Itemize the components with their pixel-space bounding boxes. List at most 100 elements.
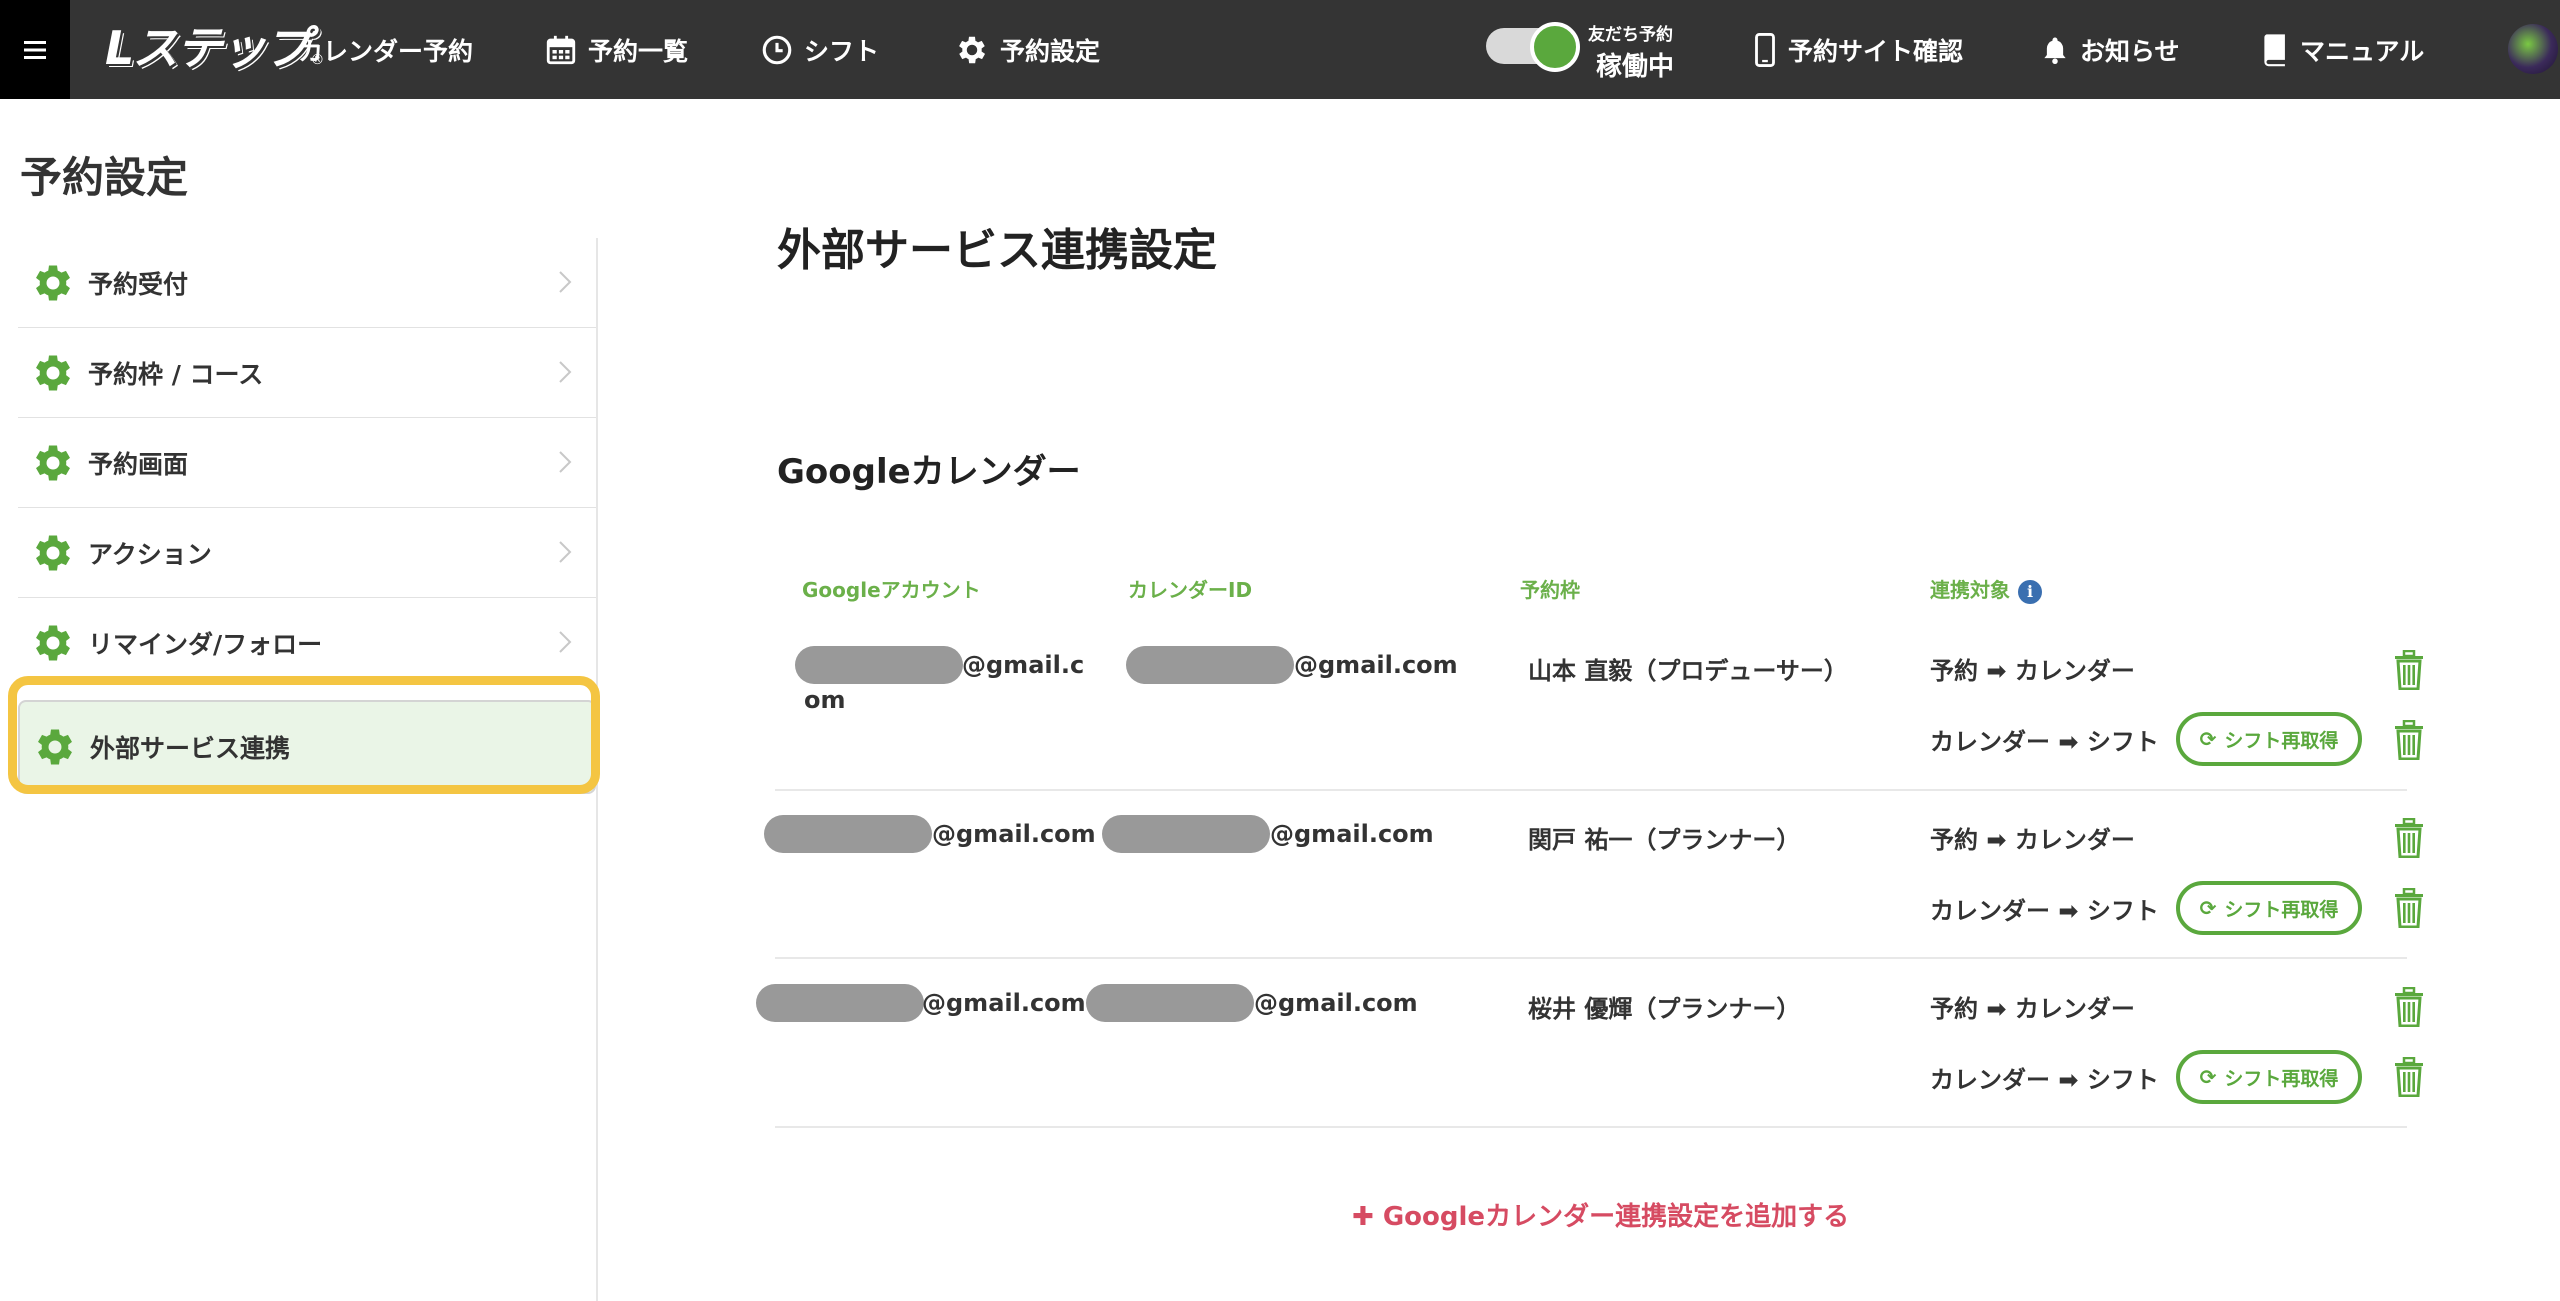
main-title: 外部サービス連携設定 (777, 225, 1217, 276)
sidebar-item-label: リマインダ/フォロー (88, 630, 323, 659)
user-avatar[interactable] (2508, 24, 2558, 74)
nav-reservation-site-check[interactable]: 予約サイト確認 (1752, 0, 1963, 99)
sidebar-item-reminder-follow[interactable]: リマインダ/フォロー (18, 598, 596, 688)
calendar-id-suffix: @gmail.com (1270, 820, 1434, 848)
target-calendar-to-shift: カレンダー ➡ シフト (1930, 897, 2159, 925)
gear-icon (959, 36, 986, 63)
book-icon (2264, 33, 2285, 66)
plus-icon: ✚ (1352, 1202, 1383, 1232)
info-icon[interactable]: i (2018, 579, 2042, 604)
trash-icon[interactable] (2392, 1057, 2426, 1097)
target-reservation-to-calendar: 予約 ➡ カレンダー (1930, 657, 2135, 685)
bell-icon (2044, 37, 2066, 64)
section-title-google-calendar: Googleカレンダー (777, 452, 1081, 492)
nav-reservation-site-check-label: 予約サイト確認 (1788, 36, 1964, 66)
account-suffix-wrap: om (804, 686, 846, 714)
sidebar-item-reservation-screen[interactable]: 予約画面 (18, 418, 596, 508)
shift-refetch-label: シフト再取得 (2224, 898, 2339, 921)
chevron-right-icon (559, 541, 572, 563)
redacted-account (756, 984, 924, 1022)
add-google-calendar-link[interactable]: ✚ Googleカレンダー連携設定を追加する (1352, 1196, 1849, 1233)
row-divider (775, 1126, 2407, 1128)
nav-shift-label: シフト (804, 36, 880, 66)
gear-icon (36, 625, 70, 661)
row-divider (775, 957, 2407, 959)
trash-icon[interactable] (2392, 888, 2426, 928)
redacted-calendar-id (1102, 815, 1270, 853)
nav-reservation-list-label: 予約一覧 (588, 36, 689, 66)
nav-manual-label: マニュアル (2300, 36, 2425, 66)
nav-manual[interactable]: マニュアル (2260, 0, 2424, 99)
target-reservation-to-calendar: 予約 ➡ カレンダー (1930, 995, 2135, 1023)
trash-icon[interactable] (2392, 650, 2426, 690)
column-header-target-label: 連携対象 (1930, 578, 2010, 602)
sidebar-item-reservation-reception[interactable]: 予約受付 (18, 238, 596, 328)
calendar-icon (546, 35, 576, 64)
slot-name: 関戸 祐一（プランナー） (1528, 826, 1801, 854)
column-header-target: 連携対象 i (1930, 574, 2042, 604)
shift-refetch-button[interactable]: ⟳ シフト再取得 (2176, 881, 2362, 935)
nav-notifications-label: お知らせ (2080, 36, 2180, 66)
column-header-calendar-id: カレンダーID (1128, 578, 1253, 602)
trash-icon[interactable] (2392, 987, 2426, 1027)
redacted-account (764, 815, 932, 853)
chevron-right-icon (559, 451, 572, 473)
slot-name: 山本 直毅（プロデューサー） (1528, 657, 1848, 685)
shift-refetch-label: シフト再取得 (2224, 729, 2339, 752)
top-navigation-bar: Lステップ ® カレンダー予約 予約一覧 シフト 予約設定 友だち予約 稼働中 (0, 0, 2560, 99)
clock-icon (762, 35, 792, 64)
logo-text: Lステップ (105, 21, 310, 75)
chevron-right-icon (559, 271, 572, 293)
nav-shift[interactable]: シフト (760, 0, 879, 99)
sidebar-item-slots-courses[interactable]: 予約枠 / コース (18, 328, 596, 418)
redacted-calendar-id (1086, 984, 1254, 1022)
trash-icon[interactable] (2392, 818, 2426, 858)
status-value: 稼働中 (1596, 52, 1675, 82)
nav-notifications[interactable]: お知らせ (2040, 0, 2180, 99)
calendar-id-suffix: @gmail.com (1254, 989, 1418, 1017)
nav-reservation-settings[interactable]: 予約設定 (954, 0, 1100, 99)
calendar-id-suffix: @gmail.com (1294, 651, 1458, 679)
account-suffix: @gmail.c (962, 651, 1085, 679)
shift-refetch-button[interactable]: ⟳ シフト再取得 (2176, 712, 2362, 766)
refresh-icon: ⟳ (2199, 727, 2217, 751)
gear-icon (36, 265, 70, 300)
target-reservation-to-calendar: 予約 ➡ カレンダー (1930, 826, 2135, 854)
shift-refetch-button[interactable]: ⟳ シフト再取得 (2176, 1050, 2362, 1104)
target-calendar-to-shift: カレンダー ➡ シフト (1930, 728, 2159, 756)
target-calendar-to-shift: カレンダー ➡ シフト (1930, 1066, 2159, 1094)
smartphone-icon (1755, 32, 1775, 67)
app-title[interactable]: カレンダー予約 (298, 0, 473, 99)
account-suffix: @gmail.com (932, 820, 1096, 848)
add-google-calendar-label: Googleカレンダー連携設定を追加する (1382, 1202, 1850, 1232)
gear-icon (36, 445, 70, 480)
refresh-icon: ⟳ (2199, 1065, 2217, 1089)
row-divider (775, 789, 2407, 791)
refresh-icon: ⟳ (2199, 896, 2217, 920)
trash-icon[interactable] (2392, 720, 2426, 760)
sidebar-item-label: 予約枠 / コース (88, 359, 264, 389)
column-header-google-account: Googleアカウント (802, 578, 981, 602)
hamburger-menu-button[interactable] (0, 0, 70, 99)
sidebar-item-actions[interactable]: アクション (18, 508, 596, 598)
nav-reservation-list[interactable]: 予約一覧 (544, 0, 688, 99)
account-suffix: @gmail.com (922, 989, 1086, 1017)
friend-reservation-toggle[interactable] (1486, 22, 1580, 72)
lstep-logo[interactable]: Lステップ ® (105, 16, 324, 75)
app-title-label: カレンダー予約 (298, 36, 474, 66)
sidebar-item-label: アクション (88, 539, 212, 569)
status-caption: 友だち予約 (1588, 25, 1673, 45)
sidebar-item-label: 予約画面 (88, 449, 189, 479)
highlight-frame (8, 676, 600, 794)
menu-icon (24, 40, 46, 59)
gear-icon (36, 535, 70, 570)
slot-name: 桜井 優輝（プランナー） (1528, 995, 1801, 1023)
sidebar-item-label: 予約受付 (88, 269, 189, 299)
redacted-account (795, 646, 963, 684)
column-header-slot: 予約枠 (1520, 578, 1580, 602)
redacted-calendar-id (1126, 646, 1294, 684)
nav-reservation-settings-label: 予約設定 (1000, 36, 1101, 66)
toggle-knob (1530, 22, 1580, 72)
gear-icon (36, 355, 70, 390)
shift-refetch-label: シフト再取得 (2224, 1067, 2339, 1090)
